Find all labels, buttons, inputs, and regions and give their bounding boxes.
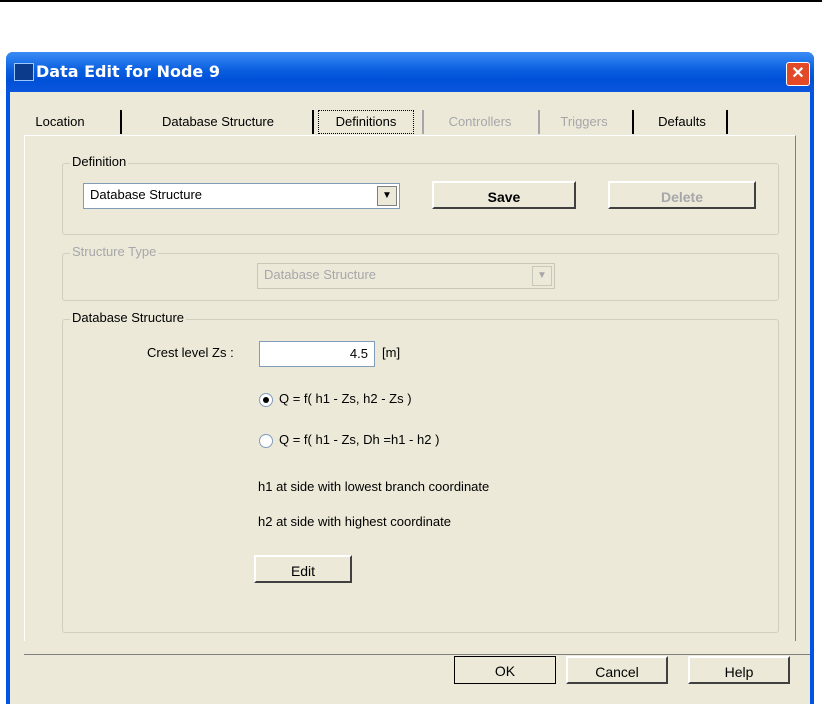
crest-level-input[interactable]: 4.5 [259, 341, 375, 367]
structure-type-value: Database Structure [264, 267, 377, 282]
tab-controllers[interactable]: Controllers [438, 110, 522, 134]
option-2-label[interactable]: Q = f( h1 - Zs, Dh =h1 - h2 ) [279, 432, 439, 447]
tab-separator [538, 110, 540, 134]
structure-type-select[interactable]: Database Structure ▼ [257, 263, 555, 289]
tab-separator [726, 110, 728, 134]
top-divider [0, 0, 822, 2]
chevron-down-icon[interactable]: ▼ [377, 186, 397, 206]
radio-selected-dot [263, 397, 269, 403]
option-2-radio[interactable] [259, 434, 273, 448]
chevron-down-icon[interactable]: ▼ [532, 266, 552, 286]
tab-database-structure[interactable]: Database Structure [140, 110, 296, 134]
note-h1: h1 at side with lowest branch coordinate [258, 479, 490, 494]
delete-button[interactable]: Delete [608, 181, 756, 209]
definition-select-value: Database Structure [90, 187, 203, 202]
footer-divider [24, 654, 810, 655]
edit-button-label: Edit [290, 563, 316, 579]
crest-level-label: Crest level Zs : [147, 345, 234, 360]
cancel-button-label: Cancel [595, 664, 639, 680]
edit-button[interactable]: Edit [254, 555, 352, 583]
crest-level-unit: [m] [382, 345, 401, 360]
help-button[interactable]: Help [688, 656, 790, 684]
ok-button[interactable]: OK [454, 656, 556, 684]
tab-separator [120, 110, 122, 134]
tab-separator [312, 110, 314, 134]
database-structure-legend: Database Structure [70, 310, 187, 325]
tab-separator [422, 110, 424, 134]
cancel-button[interactable]: Cancel [566, 656, 668, 684]
note-h2: h2 at side with highest coordinate [258, 514, 451, 529]
tab-defaults[interactable]: Defaults [644, 110, 720, 134]
delete-button-label: Delete [660, 189, 704, 205]
option-1-label[interactable]: Q = f( h1 - Zs, h2 - Zs ) [279, 391, 412, 406]
window-title: Data Edit for Node 9 [36, 62, 220, 81]
structure-type-legend: Structure Type [70, 244, 159, 259]
close-button[interactable]: ✕ [786, 62, 810, 86]
tab-triggers[interactable]: Triggers [550, 110, 618, 134]
ok-button-label: OK [494, 663, 516, 679]
definition-select[interactable]: Database Structure ▼ [83, 183, 400, 209]
definition-legend: Definition [70, 154, 129, 169]
tab-separator [632, 110, 634, 134]
help-button-label: Help [724, 664, 754, 680]
tab-location[interactable]: Location [14, 110, 106, 134]
app-icon [14, 63, 34, 81]
database-structure-group [62, 319, 779, 633]
tab-definitions[interactable]: Definitions [318, 110, 414, 134]
save-button[interactable]: Save [432, 181, 576, 209]
option-1-radio[interactable] [259, 393, 273, 407]
save-button-label: Save [487, 189, 521, 205]
